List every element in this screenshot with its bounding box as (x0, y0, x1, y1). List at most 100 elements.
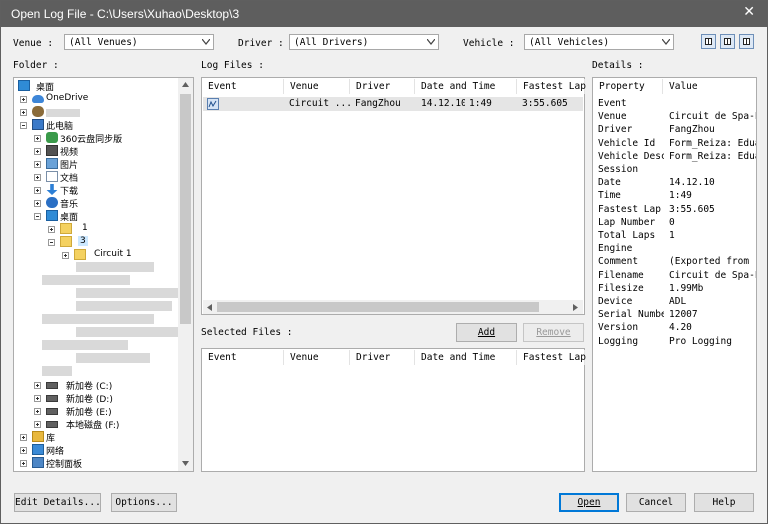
col-event[interactable]: Event (202, 350, 284, 365)
tree-item-label: 360云盘同步版 (60, 135, 123, 145)
detail-value: 0 (669, 216, 675, 228)
collapse-icon[interactable] (48, 239, 55, 246)
view-mode-1-button[interactable] (701, 34, 716, 49)
drive-icon (46, 395, 58, 402)
cell-time: 1:49 (469, 98, 492, 109)
expand-icon[interactable] (20, 447, 27, 454)
expand-icon[interactable] (34, 395, 41, 402)
cancel-button[interactable]: Cancel (626, 493, 686, 512)
driver-combo[interactable]: (All Drivers) (289, 34, 439, 50)
remove-button-label: Remove (536, 327, 571, 338)
folder-section-label: Folder : (13, 60, 59, 71)
help-button[interactable]: Help (694, 493, 754, 512)
detail-value (669, 164, 756, 177)
view-mode-3-button[interactable] (739, 34, 754, 49)
selected-files-list[interactable]: Event Venue Driver Date and Time Fastest… (201, 348, 586, 472)
venue-label: Venue : (13, 38, 54, 49)
col-venue[interactable]: Venue (284, 350, 350, 365)
pictures-icon (46, 158, 58, 169)
expand-icon[interactable] (34, 382, 41, 389)
detail-value (669, 98, 756, 111)
expand-icon[interactable] (34, 187, 41, 194)
redacted-block (76, 327, 192, 337)
tree-item-label: 此电脑 (46, 122, 74, 132)
detail-value: (Exported from rF (669, 256, 757, 268)
redacted-block (42, 275, 130, 285)
scroll-left-icon[interactable] (207, 304, 212, 311)
redacted-block (42, 340, 128, 350)
col-event[interactable]: Event (202, 79, 284, 94)
detail-value: Pro Logging (669, 335, 732, 347)
tree-item-label: 文档 (60, 174, 79, 184)
computer-icon (32, 119, 44, 130)
log-files-list[interactable]: Event Venue Driver Date and Time Fastest… (201, 77, 586, 315)
vehicle-combo[interactable]: (All Vehicles) (524, 34, 674, 50)
scroll-right-icon[interactable] (573, 304, 578, 311)
open-button[interactable]: Open (559, 493, 619, 512)
expand-icon[interactable] (34, 135, 41, 142)
tree-item-label: 1 (82, 223, 88, 233)
cloud-sync-icon (46, 132, 58, 143)
expand-icon[interactable] (34, 174, 41, 181)
col-value: Value (669, 81, 698, 92)
col-driver[interactable]: Driver (350, 79, 415, 94)
view-mode-1-icon (705, 38, 712, 45)
collapse-icon[interactable] (34, 213, 41, 220)
options-button[interactable]: Options... (111, 493, 177, 512)
scroll-thumb[interactable] (180, 94, 191, 324)
detail-value: 1 (669, 230, 675, 241)
folder-tree-scrollbar[interactable] (178, 78, 193, 471)
col-fastest-lap[interactable]: Fastest Lap (517, 350, 586, 365)
col-fastest-lap[interactable]: Fastest Lap (517, 79, 586, 94)
desktop-icon (46, 210, 58, 221)
venue-combo[interactable]: (All Venues) (64, 34, 214, 50)
detail-property: Total Laps (598, 230, 656, 241)
detail-property: Session (598, 164, 639, 175)
tree-item-label: 图片 (60, 161, 79, 171)
scroll-up-icon[interactable] (182, 82, 189, 87)
detail-value (669, 243, 756, 256)
col-driver[interactable]: Driver (350, 350, 415, 365)
detail-value: 1.99Mb (669, 282, 704, 294)
scroll-thumb[interactable] (217, 302, 539, 312)
cell-fastest-lap: 3:55.605 (522, 98, 568, 109)
expand-icon[interactable] (34, 421, 41, 428)
expand-icon[interactable] (34, 148, 41, 155)
add-button[interactable]: Add (456, 323, 517, 342)
scroll-down-icon[interactable] (182, 461, 189, 466)
expand-icon[interactable] (48, 226, 55, 233)
expand-icon[interactable] (62, 252, 69, 259)
expand-icon[interactable] (20, 460, 27, 467)
driver-label: Driver : (238, 38, 284, 49)
expand-icon[interactable] (34, 200, 41, 207)
detail-property: Event (598, 98, 627, 109)
detail-value: 14.12.10 (669, 177, 715, 189)
detail-property: Logging (598, 335, 639, 347)
tree-item-label: 桌面 (36, 83, 55, 93)
log-files-hscrollbar[interactable] (203, 300, 583, 314)
vehicle-label: Vehicle : (463, 38, 515, 49)
redacted-block (42, 314, 154, 324)
edit-details-button[interactable]: Edit Details... (14, 493, 101, 512)
expand-icon[interactable] (34, 161, 41, 168)
table-row[interactable]: Circuit ... FangZhou 14.12.10 1:49 3:55.… (203, 97, 583, 111)
col-venue[interactable]: Venue (284, 79, 350, 94)
expand-icon[interactable] (20, 109, 27, 116)
expand-icon[interactable] (20, 96, 27, 103)
collapse-icon[interactable] (20, 122, 27, 129)
detail-property: Fastest Lap (598, 203, 661, 215)
tree-item-label: 新加卷 (E:) (66, 408, 112, 418)
remove-button[interactable]: Remove (523, 323, 584, 342)
detail-property: Driver (598, 124, 633, 136)
video-icon (46, 145, 58, 156)
view-mode-2-button[interactable] (720, 34, 735, 49)
expand-icon[interactable] (34, 408, 41, 415)
col-date-time[interactable]: Date and Time (415, 79, 517, 94)
detail-property: Vehicle Desc (598, 150, 664, 162)
user-folder-icon (32, 106, 44, 117)
col-date-time[interactable]: Date and Time (415, 350, 517, 365)
redacted-text (46, 109, 80, 117)
close-icon[interactable]: ✕ (743, 4, 755, 20)
tree-item-label: 新加卷 (D:) (66, 395, 113, 405)
expand-icon[interactable] (20, 434, 27, 441)
